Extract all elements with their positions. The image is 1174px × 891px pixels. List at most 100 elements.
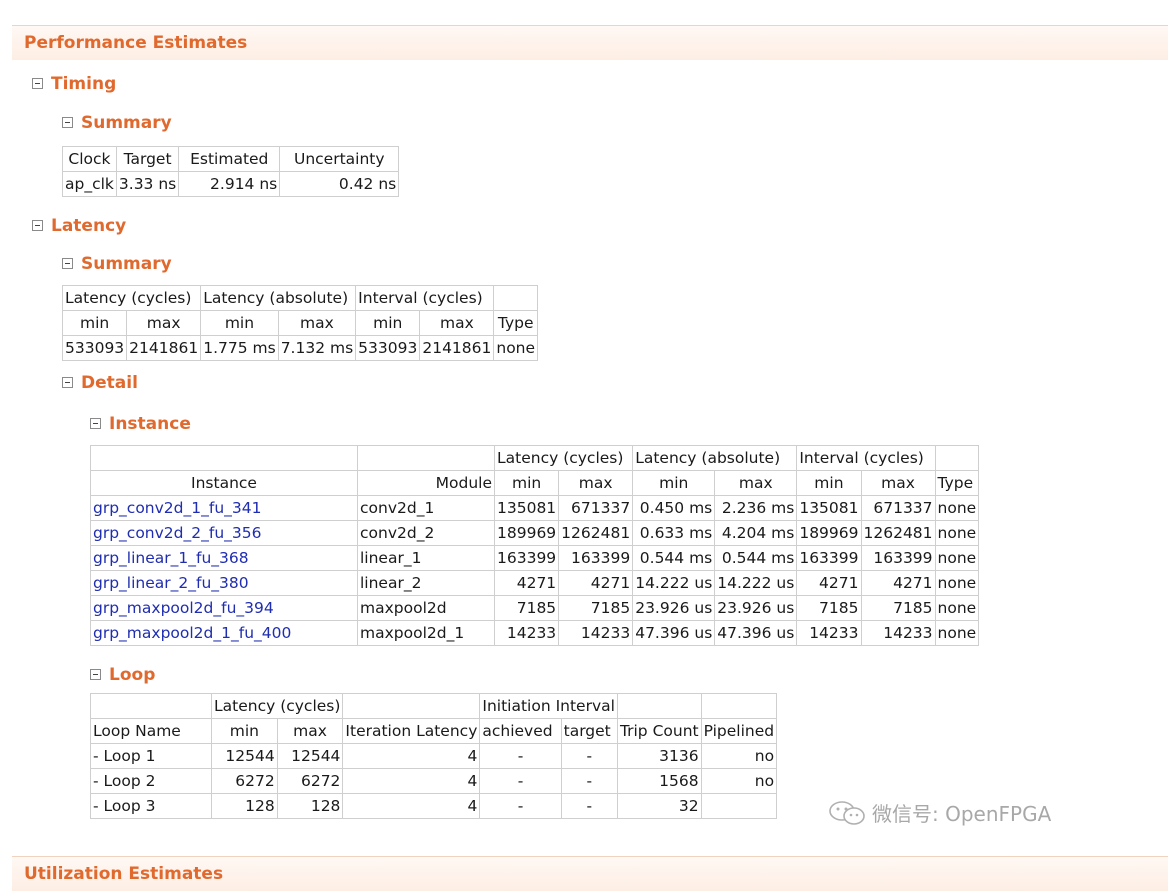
collapse-toggle-icon[interactable] bbox=[62, 257, 73, 269]
collapse-toggle-icon[interactable] bbox=[32, 219, 43, 231]
empty-header bbox=[342, 693, 481, 719]
latency-heading[interactable]: Latency bbox=[32, 216, 126, 236]
type-cell: none bbox=[934, 570, 980, 596]
instance-cell[interactable]: grp_conv2d_2_fu_356 bbox=[90, 520, 358, 546]
interval-max-cell: 14233 bbox=[860, 620, 936, 646]
min-header: min bbox=[61, 310, 128, 336]
min-header: min bbox=[355, 310, 421, 336]
latency-absolute-group: Latency (absolute) bbox=[632, 445, 798, 471]
empty-header bbox=[357, 445, 495, 471]
type-cell: none bbox=[493, 335, 539, 361]
latency-max-cell: 14233 bbox=[558, 620, 634, 646]
module-cell: maxpool2d_1 bbox=[357, 620, 495, 646]
interval-max-cell: 4271 bbox=[860, 570, 936, 596]
loop-max-cell: 128 bbox=[276, 793, 344, 819]
module-cell: linear_2 bbox=[357, 570, 495, 596]
collapse-toggle-icon[interactable] bbox=[90, 417, 101, 429]
instance-cell[interactable]: grp_maxpool2d_fu_394 bbox=[90, 595, 358, 621]
instance-cell[interactable]: grp_linear_2_fu_380 bbox=[90, 570, 358, 596]
instance-link[interactable]: grp_linear_2_fu_380 bbox=[93, 574, 249, 592]
timing-heading[interactable]: Timing bbox=[32, 74, 116, 94]
iteration-latency-cell: 4 bbox=[342, 793, 481, 819]
latency-label: Latency bbox=[51, 216, 127, 236]
detail-heading[interactable]: Detail bbox=[62, 373, 138, 393]
interval-max-cell: 671337 bbox=[860, 495, 936, 521]
timing-summary-label: Summary bbox=[81, 113, 172, 133]
instance-link[interactable]: grp_linear_1_fu_368 bbox=[93, 549, 249, 567]
instance-header: Instance bbox=[90, 470, 358, 496]
table-row: grp_maxpool2d_1_fu_400 maxpool2d_1 14233… bbox=[90, 620, 980, 646]
absolute-max-cell: 7.132 ms bbox=[277, 335, 357, 361]
loop-heading[interactable]: Loop bbox=[90, 665, 155, 685]
table-row: - Loop 1 12544 12544 4 - - 3136 no bbox=[90, 743, 778, 769]
instance-heading[interactable]: Instance bbox=[90, 414, 191, 434]
achieved-cell: - bbox=[479, 793, 562, 819]
achieved-header: achieved bbox=[479, 718, 562, 744]
max-header: max bbox=[126, 310, 202, 336]
absolute-max-cell: 0.544 ms bbox=[714, 545, 798, 571]
utilization-estimates-header: Utilization Estimates bbox=[12, 856, 1168, 891]
empty-header bbox=[90, 445, 358, 471]
instance-cell[interactable]: grp_linear_1_fu_368 bbox=[90, 545, 358, 571]
collapse-toggle-icon[interactable] bbox=[32, 77, 43, 89]
collapse-toggle-icon[interactable] bbox=[62, 376, 73, 388]
table-header-row: Instance Module min max min max min max … bbox=[90, 470, 980, 496]
type-cell: none bbox=[934, 545, 980, 571]
empty-header bbox=[493, 285, 539, 311]
absolute-max-cell: 4.204 ms bbox=[714, 520, 798, 546]
instance-cell[interactable]: grp_maxpool2d_1_fu_400 bbox=[90, 620, 358, 646]
max-header: max bbox=[276, 718, 344, 744]
target-cell: 3.33 ns bbox=[115, 171, 180, 197]
table-row: - Loop 2 6272 6272 4 - - 1568 no bbox=[90, 768, 778, 794]
empty-header bbox=[616, 693, 702, 719]
instance-label: Instance bbox=[109, 414, 191, 434]
instance-link[interactable]: grp_maxpool2d_fu_394 bbox=[93, 599, 274, 617]
timing-summary-heading[interactable]: Summary bbox=[62, 113, 172, 133]
trip-count-cell: 32 bbox=[616, 793, 702, 819]
achieved-cell: - bbox=[479, 743, 562, 769]
instance-table: Latency (cycles) Latency (absolute) Inte… bbox=[90, 445, 980, 646]
achieved-cell: - bbox=[479, 768, 562, 794]
interval-min-cell: 533093 bbox=[355, 335, 421, 361]
instance-link[interactable]: grp_conv2d_1_fu_341 bbox=[93, 499, 261, 517]
table-group-header-row: Latency (cycles) Latency (absolute) Inte… bbox=[90, 445, 980, 471]
table-header-row: Clock Target Estimated Uncertainty bbox=[62, 146, 400, 172]
instance-cell[interactable]: grp_conv2d_1_fu_341 bbox=[90, 495, 358, 521]
watermark-text: 微信号: OpenFPGA bbox=[872, 802, 1052, 826]
absolute-max-cell: 2.236 ms bbox=[714, 495, 798, 521]
clock-cell: ap_clk bbox=[62, 171, 117, 197]
timing-label: Timing bbox=[51, 74, 117, 94]
latency-max-cell: 2141861 bbox=[126, 335, 202, 361]
loop-label: Loop bbox=[109, 665, 156, 685]
iteration-latency-header: Iteration Latency bbox=[342, 718, 481, 744]
latency-summary-heading[interactable]: Summary bbox=[62, 254, 172, 274]
type-cell: none bbox=[934, 620, 980, 646]
max-header: max bbox=[558, 470, 634, 496]
latency-max-cell: 671337 bbox=[558, 495, 634, 521]
estimated-header: Estimated bbox=[178, 146, 281, 172]
interval-cycles-group: Interval (cycles) bbox=[796, 445, 936, 471]
type-cell: none bbox=[934, 520, 980, 546]
latency-min-cell: 135081 bbox=[493, 495, 560, 521]
utilization-estimates-title: Utilization Estimates bbox=[24, 864, 224, 884]
absolute-min-cell: 0.544 ms bbox=[632, 545, 716, 571]
table-group-header-row: Latency (cycles) Latency (absolute) Inte… bbox=[61, 285, 539, 311]
loop-min-cell: 128 bbox=[211, 793, 278, 819]
latency-min-cell: 163399 bbox=[493, 545, 560, 571]
instance-link[interactable]: grp_maxpool2d_1_fu_400 bbox=[93, 624, 291, 642]
trip-count-cell: 3136 bbox=[616, 743, 702, 769]
interval-min-cell: 7185 bbox=[796, 595, 862, 621]
interval-max-cell: 7185 bbox=[860, 595, 936, 621]
target-cell: - bbox=[560, 743, 618, 769]
collapse-toggle-icon[interactable] bbox=[90, 668, 101, 680]
loop-max-cell: 6272 bbox=[276, 768, 344, 794]
table-row: grp_conv2d_2_fu_356 conv2d_2 189969 1262… bbox=[90, 520, 980, 546]
performance-estimates-header: Performance Estimates bbox=[12, 25, 1168, 60]
loop-min-cell: 12544 bbox=[211, 743, 278, 769]
min-header: min bbox=[632, 470, 716, 496]
latency-summary-table: Latency (cycles) Latency (absolute) Inte… bbox=[61, 285, 539, 361]
target-header: target bbox=[560, 718, 618, 744]
min-header: min bbox=[211, 718, 278, 744]
collapse-toggle-icon[interactable] bbox=[62, 116, 73, 128]
instance-link[interactable]: grp_conv2d_2_fu_356 bbox=[93, 524, 261, 542]
